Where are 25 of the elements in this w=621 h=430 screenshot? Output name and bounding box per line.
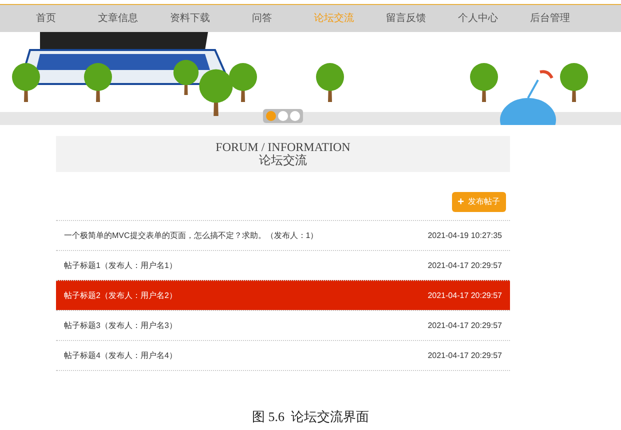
post-row[interactable]: 帖子标题3（发布人：用户名3） 2021-04-17 20:29:57 [56, 310, 510, 340]
figure-caption: 图 5.6 论坛交流界面 [252, 408, 369, 426]
nav-link[interactable]: 个人中心 [442, 11, 514, 26]
post-title: 一个极简单的MVC提交表单的页面，怎么搞不定？求助。（发布人：1） [64, 230, 318, 242]
nav-link[interactable]: 后台管理 [514, 11, 586, 26]
post-time: 2021-04-17 20:29:57 [428, 350, 502, 362]
post-row[interactable]: 帖子标题2（发布人：用户名2） 2021-04-17 20:29:57 [56, 280, 510, 310]
post-time: 2021-04-17 20:29:57 [428, 290, 502, 302]
post-time: 2021-04-19 10:27:35 [428, 230, 502, 242]
nav-link[interactable]: 留言反馈 [370, 11, 442, 26]
post-title: 帖子标题3（发布人：用户名3） [64, 320, 177, 332]
section-title: FORUM / INFORMATION [216, 141, 350, 154]
post-row[interactable]: 一个极简单的MVC提交表单的页面，怎么搞不定？求助。（发布人：1） 2021-04-19 10:27:35 [56, 220, 510, 250]
post-time: 2021-04-17 20:29:57 [428, 320, 502, 332]
nav-link[interactable]: 文章信息 [82, 11, 154, 26]
nav-link[interactable]: 资料下载 [154, 11, 226, 26]
post-time: 2021-04-17 20:29:57 [428, 260, 502, 272]
post-row[interactable]: 帖子标题4（发布人：用户名4） 2021-04-17 20:29:57 [56, 340, 510, 370]
plus-icon: + [458, 196, 464, 208]
post-title: 帖子标题2（发布人：用户名2） [64, 290, 177, 302]
post-title: 帖子标题1（发布人：用户名1） [64, 260, 177, 272]
section-subtitle: 论坛交流 [259, 154, 307, 167]
nav-link[interactable]: 问答 [226, 11, 298, 26]
post-title: 帖子标题4（发布人：用户名4） [64, 350, 177, 362]
nav-link[interactable]: 首页 [10, 11, 82, 26]
